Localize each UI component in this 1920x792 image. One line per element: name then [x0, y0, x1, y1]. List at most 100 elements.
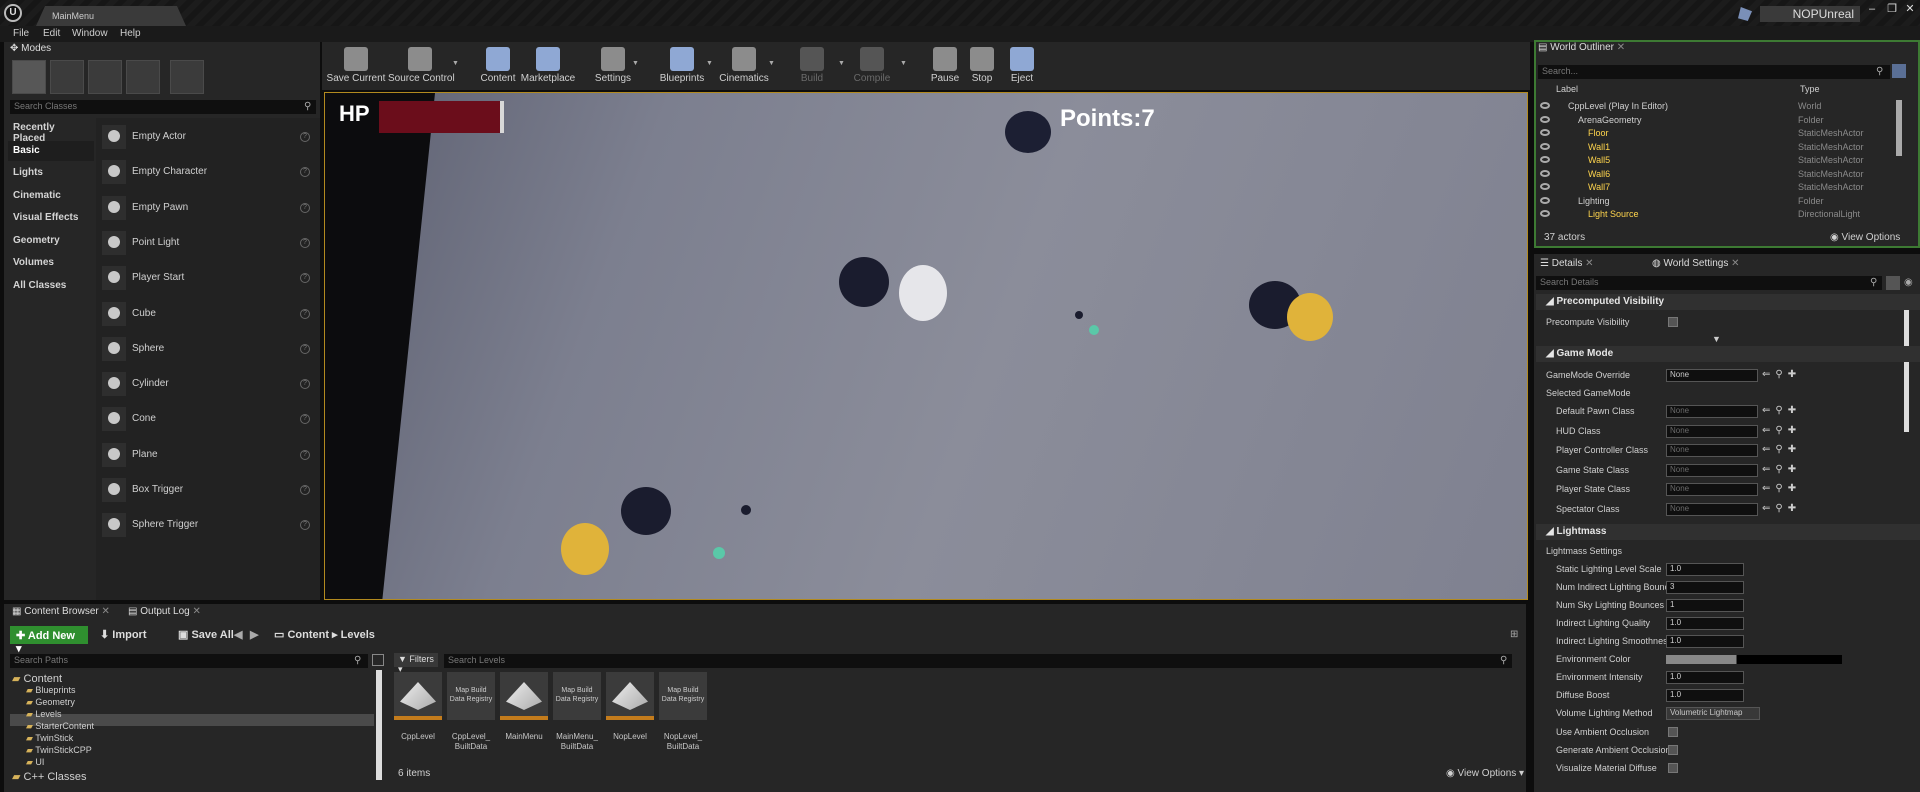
document-tab[interactable]: MainMenu — [36, 6, 186, 26]
asset-tile[interactable] — [394, 672, 442, 720]
class-item[interactable]: Cube? — [96, 297, 320, 332]
cinematics-button[interactable]: Cinematics — [712, 44, 776, 88]
import-button[interactable]: ⬇ Import — [100, 628, 147, 641]
class-item[interactable]: Plane? — [96, 438, 320, 473]
source-control-dropdown-icon[interactable]: ▼ — [452, 60, 459, 67]
section-precomputed-visibility[interactable]: ◢ Precomputed Visibility — [1536, 294, 1920, 310]
outliner-row[interactable]: Wall1 StaticMeshActor — [1538, 141, 1902, 154]
use-browse-add-icons[interactable]: ⇐⚲✚ — [1762, 503, 1801, 514]
category-visual-effects[interactable]: Visual Effects — [8, 208, 94, 228]
unreal-logo-icon[interactable]: U — [4, 4, 22, 22]
save-current-button[interactable]: Save Current — [324, 44, 388, 88]
category-recently-placed[interactable]: Recently Placed — [8, 118, 94, 144]
place-mode-button[interactable] — [12, 60, 46, 94]
outliner-row[interactable]: CppLevel (Play In Editor) World — [1538, 100, 1902, 113]
geometry-mode-button[interactable] — [170, 60, 204, 94]
prop-selected-gamemode[interactable]: Selected GameMode — [1536, 385, 1920, 403]
outliner-row[interactable]: Wall5 StaticMeshActor — [1538, 154, 1902, 167]
category-all-classes[interactable]: All Classes — [8, 276, 94, 296]
marketplace-button[interactable]: Marketplace — [516, 44, 580, 88]
environment-intensity-input[interactable]: 1.0 — [1666, 671, 1744, 684]
menu-help[interactable]: Help — [120, 28, 141, 39]
class-combo[interactable]: None — [1666, 424, 1758, 438]
lock-icon[interactable]: ⊞ — [1510, 629, 1518, 640]
visualize-diffuse-checkbox[interactable] — [1668, 763, 1678, 773]
section-game-mode[interactable]: ◢ Game Mode — [1536, 346, 1920, 362]
class-item[interactable]: Sphere? — [96, 332, 320, 367]
tree-item[interactable]: ▰ Levels — [26, 709, 61, 721]
outliner-row[interactable]: Light Source DirectionalLight — [1538, 208, 1902, 221]
asset-tile[interactable]: Map Build Data Registry — [659, 672, 707, 720]
world-outliner-tab[interactable]: ▤ World Outliner ✕ — [1538, 42, 1625, 53]
class-combo[interactable]: None — [1666, 503, 1758, 516]
visibility-eye-icon[interactable] — [1540, 169, 1550, 177]
outliner-row[interactable]: Wall6 StaticMeshActor — [1538, 168, 1902, 181]
save-all-button[interactable]: ▣ Save All — [178, 628, 234, 641]
outliner-view-options[interactable]: ◉ View Options — [1830, 232, 1900, 243]
output-log-tab[interactable]: ▤ Output Log ✕ — [128, 606, 201, 617]
tree-item[interactable]: ▰ Content — [12, 672, 62, 685]
menu-file[interactable]: File — [13, 28, 29, 39]
help-icon[interactable]: ? — [300, 343, 310, 354]
outliner-col-type[interactable]: Type — [1800, 84, 1820, 94]
visibility-eye-icon[interactable] — [1540, 102, 1550, 109]
help-icon[interactable]: ? — [300, 308, 310, 319]
landscape-mode-button[interactable] — [88, 60, 122, 94]
cinematics-dropdown-icon[interactable]: ▼ — [768, 60, 775, 67]
lightmass-value-input[interactable]: 1.0 — [1666, 617, 1744, 630]
lightmass-value-input[interactable]: 1.0 — [1666, 563, 1744, 576]
prop-lightmass-settings[interactable]: Lightmass Settings — [1536, 543, 1920, 561]
use-browse-add-icons[interactable]: ⇐⚲✚ — [1762, 425, 1801, 436]
outliner-search-input[interactable]: Search... — [1538, 65, 1890, 79]
expand-advanced-icon[interactable]: ▼ — [1712, 334, 1721, 344]
add-filter-icon[interactable] — [1892, 64, 1906, 78]
generate-ao-checkbox[interactable] — [1668, 745, 1678, 755]
search-classes-input[interactable]: Search Classes — [10, 100, 316, 114]
menu-edit[interactable]: Edit — [43, 28, 60, 39]
help-icon[interactable]: ? — [300, 273, 310, 284]
minimize-button[interactable]: – — [1864, 4, 1880, 16]
world-settings-tab[interactable]: ◍ World Settings ✕ — [1652, 258, 1740, 269]
tree-item[interactable]: ▰ UI — [26, 757, 44, 769]
gamemode-override-combo[interactable]: None — [1666, 369, 1758, 382]
asset-tile[interactable]: Map Build Data Registry — [553, 672, 601, 720]
close-tab-icon[interactable]: ✕ — [102, 606, 110, 617]
breadcrumb-content[interactable]: Content — [287, 629, 329, 641]
modes-tab[interactable]: ✥ Modes — [10, 43, 51, 54]
close-tab-icon[interactable]: ✕ — [1731, 258, 1739, 269]
details-tab[interactable]: ☰ Details ✕ — [1540, 258, 1594, 269]
filters-button[interactable]: ▼ Filters ▾ — [394, 653, 438, 674]
eject-button[interactable]: Eject — [990, 44, 1054, 88]
class-item[interactable]: Box Trigger? — [96, 473, 320, 508]
close-tab-icon[interactable]: ✕ — [193, 606, 201, 617]
lightmass-value-input[interactable]: 1 — [1666, 599, 1744, 612]
compile-button[interactable]: Compile — [840, 44, 904, 88]
property-matrix-icon[interactable] — [1886, 276, 1900, 290]
environment-color-swatch[interactable] — [1666, 655, 1842, 664]
visibility-eye-icon[interactable] — [1540, 210, 1550, 217]
help-icon[interactable]: ? — [300, 414, 310, 425]
outliner-col-label[interactable]: Label — [1556, 84, 1578, 94]
asset-tile[interactable] — [606, 672, 654, 720]
class-combo[interactable]: None — [1666, 444, 1758, 458]
section-lightmass[interactable]: ◢ Lightmass — [1536, 524, 1920, 540]
use-browse-add-icons[interactable]: ⇐⚲✚ — [1762, 464, 1801, 475]
tree-item[interactable]: ▰ StarterContent — [26, 721, 94, 733]
search-levels-input[interactable]: Search Levels — [444, 654, 1512, 668]
lightmass-value-input[interactable]: 3 — [1666, 581, 1744, 594]
close-button[interactable]: ✕ — [1902, 4, 1918, 16]
category-geometry[interactable]: Geometry — [8, 231, 94, 251]
tree-item[interactable]: ▰ TwinStick — [26, 733, 73, 745]
help-icon[interactable]: ? — [300, 520, 310, 531]
forward-arrow-icon[interactable]: ▶ — [250, 628, 258, 641]
diffuse-boost-input[interactable]: 1.0 — [1666, 689, 1744, 702]
visibility-eye-icon[interactable] — [1540, 156, 1550, 163]
compile-dropdown-icon[interactable]: ▼ — [900, 60, 907, 67]
class-item[interactable]: Sphere Trigger? — [96, 508, 320, 543]
help-icon[interactable]: ? — [300, 449, 310, 460]
help-icon[interactable]: ? — [300, 132, 310, 142]
help-icon[interactable]: ? — [300, 237, 310, 248]
tree-item[interactable]: ▰ Blueprints — [26, 685, 75, 697]
content-browser-tab[interactable]: ▦ Content Browser ✕ — [12, 606, 110, 617]
outliner-scrollbar[interactable] — [1896, 100, 1902, 156]
